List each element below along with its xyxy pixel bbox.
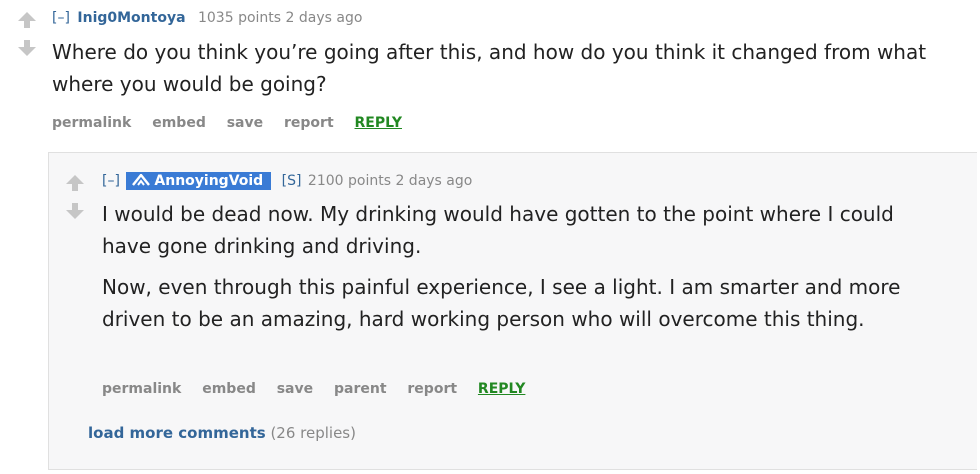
save-button[interactable]: save [277, 381, 313, 397]
downvote-arrow-icon[interactable] [66, 203, 84, 219]
reply-button[interactable]: REPLY [478, 381, 525, 397]
child-comment-buttons: permalink embed save parent report REPLY [102, 381, 541, 397]
child-tagline: [–] AnnoyingVoid [S] 2100 points 2 days … [102, 172, 472, 190]
parent-tagline: [–] Inig0Montoya 1035 points 2 days ago [52, 10, 362, 26]
comment-paragraph: Now, even through this painful experienc… [102, 275, 901, 331]
permalink-button[interactable]: permalink [52, 115, 131, 131]
reply-count: (26 replies) [270, 424, 356, 442]
upvote-arrow-icon[interactable] [66, 175, 84, 191]
collapse-toggle[interactable]: [–] [52, 10, 70, 26]
report-button[interactable]: report [407, 381, 457, 397]
submitter-tag[interactable]: [S] [282, 173, 302, 189]
timestamp: 2 days ago [395, 173, 473, 189]
score: 1035 points [197, 10, 282, 26]
comment-paragraph: I would be dead now. My drinking would h… [102, 202, 894, 258]
embed-button[interactable]: embed [152, 115, 206, 131]
load-more-comments: load more comments (26 replies) [88, 424, 356, 442]
timestamp: 2 days ago [285, 10, 363, 26]
parent-comment-buttons: permalink embed save report REPLY [52, 115, 418, 131]
collapse-toggle[interactable]: [–] [102, 173, 120, 189]
child-vote [66, 175, 88, 225]
parent-vote [18, 12, 40, 62]
child-comment-body: I would be dead now. My drinking would h… [102, 198, 942, 335]
permalink-button[interactable]: permalink [102, 381, 181, 397]
report-button[interactable]: report [284, 115, 334, 131]
save-button[interactable]: save [227, 115, 263, 131]
flair-logo-icon [132, 173, 151, 186]
embed-button[interactable]: embed [202, 381, 256, 397]
author-flair-badge[interactable]: AnnoyingVoid [126, 172, 272, 190]
author-link[interactable]: Inig0Montoya [77, 10, 185, 26]
score: 2100 points [307, 173, 391, 189]
load-more-link[interactable]: load more comments [88, 424, 266, 442]
parent-button[interactable]: parent [334, 381, 387, 397]
author-link[interactable]: AnnoyingVoid [154, 173, 263, 189]
parent-comment-body: Where do you think you’re going after th… [52, 40, 927, 96]
reply-button[interactable]: REPLY [355, 115, 402, 131]
downvote-arrow-icon[interactable] [18, 40, 36, 56]
upvote-arrow-icon[interactable] [18, 12, 36, 28]
